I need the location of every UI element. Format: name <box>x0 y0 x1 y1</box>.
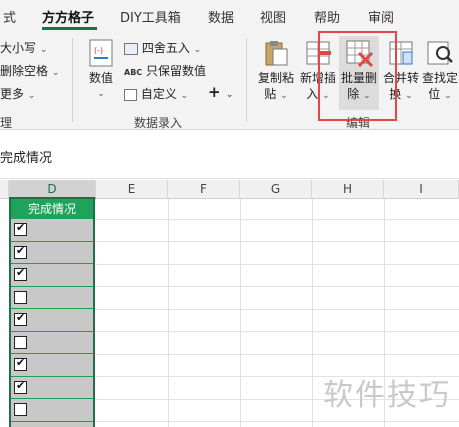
table-row[interactable] <box>11 309 93 332</box>
formula-bar[interactable]: 完成情况 <box>0 131 459 179</box>
table-row[interactable] <box>11 264 93 287</box>
checkbox-unchecked[interactable] <box>14 403 27 416</box>
group-separator <box>246 38 247 122</box>
abc-icon: ABC <box>124 68 143 77</box>
checkbox-checked[interactable] <box>14 379 27 394</box>
more-menu[interactable]: 更多 ⌄ <box>0 85 35 102</box>
checkbox-checked[interactable] <box>14 221 27 236</box>
group-label-edit: 编辑 <box>346 116 371 130</box>
column-header-i[interactable]: I <box>384 180 459 199</box>
group-separator <box>72 38 73 122</box>
table-row[interactable] <box>11 287 93 309</box>
tab-diy-toolbox[interactable]: DIY工具箱 <box>120 7 181 26</box>
custom-button[interactable]: 自定义 ⌄ <box>124 85 188 102</box>
checkbox-checked[interactable] <box>14 244 27 259</box>
round-button[interactable]: 四舍五入 ⌄ <box>124 39 201 56</box>
batch-delete-button[interactable]: 批量删 除 ⌄ <box>339 36 379 110</box>
find-locate-button[interactable]: 查找定 位 ⌄ <box>421 36 459 110</box>
magnifier-icon <box>425 38 455 68</box>
menu-bar: 式 方方格子 DIY工具箱 数据 视图 帮助 审阅 <box>0 0 459 30</box>
remove-spaces-menu[interactable]: 删除空格 ⌄ <box>0 62 59 79</box>
corner-cell[interactable] <box>0 180 9 199</box>
column-header-row: D E F G H I <box>0 180 459 199</box>
table-row[interactable] <box>11 377 93 399</box>
checkbox-unchecked[interactable] <box>14 335 27 349</box>
keep-values-button[interactable]: ABC 只保留数值 <box>124 62 206 79</box>
grid-icon <box>124 42 138 55</box>
group-label-process: 理 <box>0 116 13 130</box>
column-header-d[interactable]: D <box>9 180 96 199</box>
checkbox-checked[interactable] <box>14 311 27 326</box>
tab-formulas[interactable]: 式 <box>3 7 16 26</box>
group-label-data-entry: 数据录入 <box>134 116 183 130</box>
column-header-e[interactable]: E <box>96 180 168 199</box>
delete-grid-icon <box>344 38 374 68</box>
clipboard-icon <box>261 38 291 68</box>
column-header-h[interactable]: H <box>312 180 384 199</box>
ribbon: 大小写 ⌄ 删除空格 ⌄ 更多 ⌄ 理 (-) 数值 ⌄ 四舍五入 ⌄ ABC … <box>0 30 459 130</box>
header-cell-status[interactable]: 完成情况 <box>11 199 93 219</box>
table-row[interactable] <box>11 219 93 242</box>
copy-paste-button[interactable]: 复制粘 贴 ⌄ <box>254 36 298 110</box>
watermark-text: 软件技巧 <box>323 378 451 413</box>
insert-button[interactable]: 新增插 入 ⌄ <box>298 36 338 110</box>
checkbox-checked[interactable] <box>14 266 27 281</box>
add-button[interactable]: + ⌄ <box>208 83 233 101</box>
checkbox-unchecked[interactable] <box>14 290 27 304</box>
tab-review[interactable]: 审阅 <box>368 7 394 26</box>
merge-icon <box>386 38 416 68</box>
number-format-icon: (-) <box>86 38 116 68</box>
svg-text:(-): (-) <box>94 46 103 55</box>
tab-view[interactable]: 视图 <box>260 7 286 26</box>
tab-help[interactable]: 帮助 <box>314 7 340 26</box>
checkbox-checked[interactable] <box>14 356 27 371</box>
selected-column-d[interactable]: 完成情况 <box>9 199 95 427</box>
number-value-button[interactable]: (-) 数值 ⌄ <box>84 36 118 110</box>
column-header-g[interactable]: G <box>240 180 312 199</box>
table-row[interactable] <box>11 332 93 354</box>
column-header-f[interactable]: F <box>168 180 240 199</box>
tab-fangfanggezi[interactable]: 方方格子 <box>42 7 94 26</box>
table-row[interactable] <box>11 242 93 264</box>
table-row[interactable] <box>11 354 93 377</box>
formula-content: 完成情况 <box>0 151 53 166</box>
merge-convert-button[interactable]: 合并转 换 ⌄ <box>381 36 421 110</box>
case-menu[interactable]: 大小写 ⌄ <box>0 39 47 56</box>
edit-icon <box>124 88 137 101</box>
table-row[interactable] <box>11 399 93 422</box>
tab-data[interactable]: 数据 <box>208 7 234 26</box>
insert-icon <box>303 38 333 68</box>
